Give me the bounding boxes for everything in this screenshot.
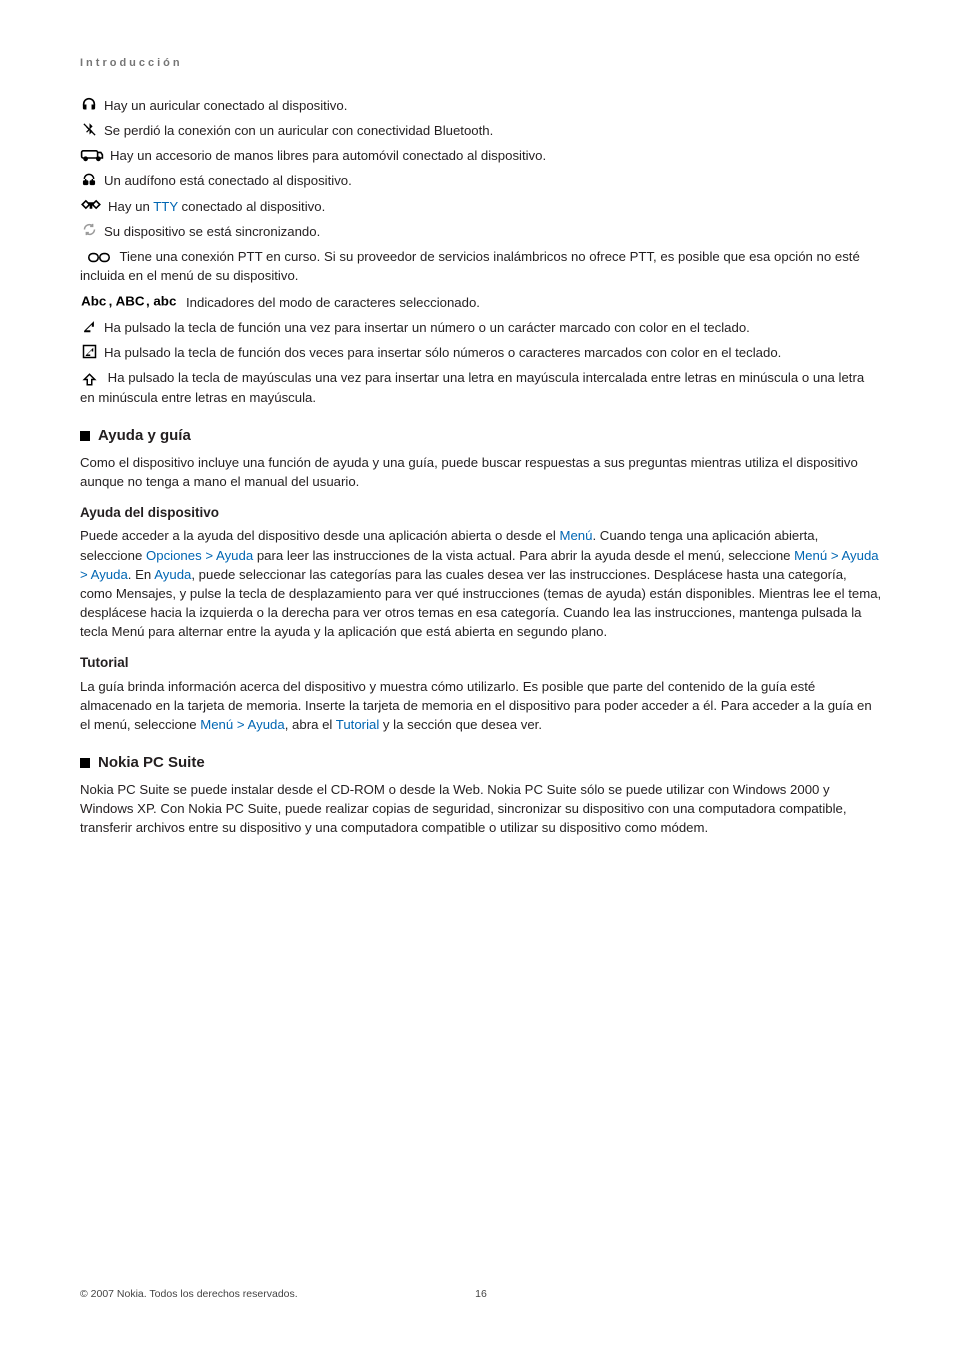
indicator-bt-lost: Se perdió la conexión con un auricular c… bbox=[80, 121, 882, 140]
indicator-text: Hay un auricular conectado al dispositiv… bbox=[104, 96, 347, 115]
page: Introducción Hay un auricular conectado … bbox=[0, 0, 954, 1350]
indicator-text: Indicadores del modo de caracteres selec… bbox=[186, 293, 480, 312]
abc-icons: Abc , ABC , abc bbox=[80, 293, 180, 309]
indicator-car-kit: Hay un accesorio de manos libres para au… bbox=[80, 146, 882, 165]
page-footer: © 2007 Nokia. Todos los derechos reserva… bbox=[80, 1287, 882, 1302]
text: Para abrir la ayuda desde el menú, selec… bbox=[519, 548, 794, 563]
function-key-twice-icon bbox=[80, 343, 98, 359]
text: y la sección que desea ver. bbox=[379, 717, 542, 732]
shift-icon bbox=[80, 371, 98, 387]
ayuda-link[interactable]: Ayuda bbox=[841, 548, 878, 563]
menu-link[interactable]: Menú bbox=[794, 548, 827, 563]
section-pcsuite-heading: Nokia PC Suite bbox=[80, 752, 882, 774]
square-bullet-icon bbox=[80, 758, 90, 768]
subheading-ayuda-dispositivo: Ayuda del dispositivo bbox=[80, 503, 882, 523]
section-title: Nokia PC Suite bbox=[98, 752, 205, 774]
indicator-text: Ha pulsado la tecla de función una vez p… bbox=[104, 318, 750, 337]
indicator-sync: Su dispositivo se está sincronizando. bbox=[80, 222, 882, 241]
indicator-text: Hay un TTY conectado al dispositivo. bbox=[108, 197, 325, 216]
menu-link[interactable]: Menú bbox=[559, 528, 592, 543]
tutorial-p1: La guía brinda información acerca del di… bbox=[80, 679, 815, 713]
ptt-icon bbox=[88, 249, 110, 265]
separator-gt-icon: > bbox=[237, 717, 245, 732]
section-title: Ayuda y guía bbox=[98, 425, 191, 447]
page-number: 16 bbox=[475, 1287, 487, 1302]
separator-gt-icon: > bbox=[205, 548, 213, 563]
svg-text:, abc: , abc bbox=[146, 294, 177, 309]
menu-link[interactable]: Menú bbox=[200, 717, 233, 732]
text: . En bbox=[128, 567, 154, 582]
headset-icon bbox=[80, 96, 98, 112]
subheading-tutorial: Tutorial bbox=[80, 653, 882, 673]
indicator-tty: T Hay un TTY conectado al dispositivo. bbox=[80, 197, 882, 216]
indicator-text: Ha pulsado la tecla de función dos veces… bbox=[104, 343, 781, 362]
loopset-icon bbox=[80, 171, 98, 187]
ayuda-link[interactable]: Ayuda bbox=[216, 548, 253, 563]
car-handsfree-icon bbox=[80, 146, 104, 162]
indicator-text: Tiene una conexión PTT en curso. Si su p… bbox=[80, 249, 860, 283]
running-head: Introducción bbox=[80, 56, 882, 72]
indicator-ptt: Tiene una conexión PTT en curso. Si su p… bbox=[80, 249, 860, 283]
indicator-headset: Hay un auricular conectado al dispositiv… bbox=[80, 96, 882, 115]
separator-gt-icon: > bbox=[831, 548, 839, 563]
bluetooth-disconnected-icon bbox=[80, 121, 98, 137]
svg-text:, ABC: , ABC bbox=[109, 294, 145, 309]
ayuda-link[interactable]: Ayuda bbox=[248, 717, 285, 732]
text: Puede acceder a la ayuda del dispositivo… bbox=[80, 528, 559, 543]
svg-text:Abc: Abc bbox=[81, 294, 107, 309]
indicator-loopset: Un audífono está conectado al dispositiv… bbox=[80, 171, 882, 190]
section-ayuda-heading: Ayuda y guía bbox=[80, 425, 882, 447]
tty-icon: T bbox=[80, 197, 102, 213]
function-key-once-icon bbox=[80, 318, 98, 334]
svg-text:T: T bbox=[89, 201, 94, 210]
tutorial-link[interactable]: Tutorial bbox=[336, 717, 379, 732]
indicator-abc-modes: Abc , ABC , abc Indicadores del modo de … bbox=[80, 293, 882, 312]
indicator-text: Se perdió la conexión con un auricular c… bbox=[104, 121, 493, 140]
ayuda-link[interactable]: Ayuda bbox=[91, 567, 128, 582]
text-pre: Hay un bbox=[108, 199, 153, 214]
copyright: © 2007 Nokia. Todos los derechos reserva… bbox=[80, 1288, 298, 1300]
ayuda-intro: Como el dispositivo incluye una función … bbox=[80, 455, 858, 489]
sync-icon bbox=[80, 222, 98, 238]
text-post: conectado al dispositivo. bbox=[178, 199, 325, 214]
square-bullet-icon bbox=[80, 431, 90, 441]
text: para leer las instrucciones de la vista … bbox=[253, 548, 515, 563]
ayuda-link[interactable]: Ayuda bbox=[154, 567, 191, 582]
text: , abra el bbox=[285, 717, 336, 732]
indicator-fn-once: Ha pulsado la tecla de función una vez p… bbox=[80, 318, 882, 337]
indicator-fn-twice: Ha pulsado la tecla de función dos veces… bbox=[80, 343, 882, 362]
separator-gt-icon: > bbox=[80, 567, 88, 582]
indicator-text: Un audífono está conectado al dispositiv… bbox=[104, 171, 352, 190]
pcsuite-p1: Nokia PC Suite se puede instalar desde e… bbox=[80, 782, 847, 835]
indicator-text: Su dispositivo se está sincronizando. bbox=[104, 222, 320, 241]
tty-link[interactable]: TTY bbox=[153, 199, 178, 214]
indicator-text: Ha pulsado la tecla de mayúsculas una ve… bbox=[80, 370, 864, 404]
indicator-shift: Ha pulsado la tecla de mayúsculas una ve… bbox=[80, 370, 864, 404]
indicator-text: Hay un accesorio de manos libres para au… bbox=[110, 146, 546, 165]
opciones-link[interactable]: Opciones bbox=[146, 548, 202, 563]
